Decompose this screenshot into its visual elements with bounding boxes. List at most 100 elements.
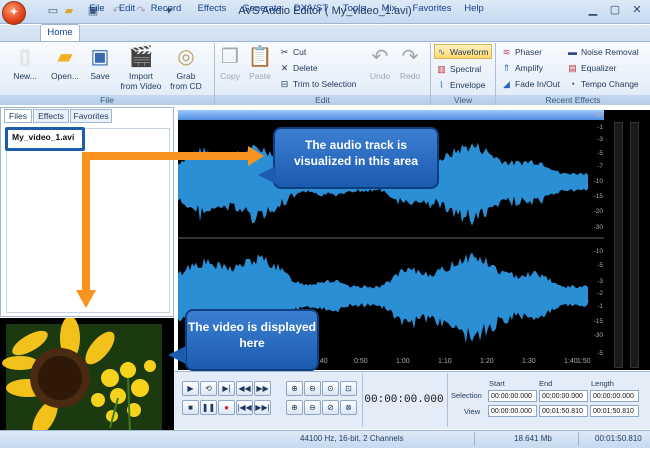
selection-start-field[interactable]: 00:00:00.000 — [488, 390, 537, 402]
selection-end-field[interactable]: 00:00:00.000 — [539, 390, 588, 402]
save-button[interactable]: ▣ Save — [86, 44, 114, 94]
fade-icon: ◢ — [503, 79, 510, 89]
waveform-icon: ∿ — [437, 47, 446, 57]
zoom-to-right-icon[interactable]: ⊗ — [340, 400, 357, 415]
close-icon[interactable]: ✕ — [626, 3, 648, 19]
rewind-button[interactable]: ◀◀ — [236, 381, 253, 396]
zoom-vertical-out-icon[interactable]: ⊖ — [304, 400, 321, 415]
tab-file[interactable]: File — [86, 2, 108, 16]
arrow-to-waveform — [84, 152, 254, 160]
view-start-field[interactable]: 00:00:00.000 — [488, 405, 537, 417]
go-to-end-button[interactable]: ▶▶| — [254, 400, 271, 415]
amplify-effect-button[interactable]: ⇑ Amplify — [500, 61, 543, 76]
db-tick-label: -2 — [597, 290, 603, 297]
db-tick-label: -3 — [597, 136, 603, 143]
zoom-vertical-in-icon[interactable]: ⊕ — [286, 400, 303, 415]
db-tick-label: -5 — [597, 150, 603, 157]
open-quick-icon[interactable]: ▰ — [62, 4, 76, 18]
pause-button[interactable]: ❚❚ — [200, 400, 217, 415]
clapper-icon: 🎬 — [128, 46, 154, 68]
new-button[interactable]: ▯ New... — [8, 44, 42, 94]
waveform-view-button[interactable]: ∿ Waveform — [434, 44, 492, 59]
stop-button[interactable]: ■ — [182, 400, 199, 415]
audio-format-status: 44100 Hz, 16-bit, 2 Channels — [300, 434, 404, 443]
spectral-view-button[interactable]: ▥ Spectral — [435, 62, 481, 77]
delete-icon: ✕ — [280, 63, 289, 73]
zoom-selection-icon[interactable]: ⊡ — [340, 381, 357, 396]
zoom-out-icon[interactable]: ⊖ — [304, 381, 321, 396]
redo-icon: ↷ — [401, 46, 419, 68]
db-tick-label: -5 — [597, 350, 603, 357]
tempo-change-effect-button[interactable]: ◔ Tempo Change — [566, 77, 639, 92]
db-tick-label: -10 — [593, 178, 603, 185]
divider — [474, 432, 475, 446]
tab-record[interactable]: Record — [148, 2, 184, 16]
phaser-effect-button[interactable]: ≋ Phaser — [500, 45, 542, 60]
arrow-to-video — [82, 152, 90, 292]
view-length-field[interactable]: 00:01:50.810 — [590, 405, 639, 417]
db-tick-label: -1 — [597, 303, 603, 310]
audio-callout: The audio track is visualized in this ar… — [273, 127, 439, 189]
play-button[interactable]: ▶ — [182, 381, 199, 396]
video-callout: The video is displayed here — [185, 309, 319, 371]
level-meter-right — [630, 122, 639, 368]
end-header: End — [539, 379, 553, 388]
import-from-video-button[interactable]: 🎬 Import from Video — [120, 44, 162, 94]
selection-length-field[interactable]: 00:00:00.000 — [590, 390, 639, 402]
file-size-status: 18.641 Mb — [514, 434, 552, 443]
tab-tools[interactable]: Tools — [341, 2, 367, 16]
redo-button[interactable]: ↷ Redo — [396, 44, 424, 94]
tab-favorites-panel[interactable]: Favorites — [70, 109, 112, 123]
tab-dx-vst[interactable]: DX/VST — [293, 2, 329, 16]
trim-to-selection-button[interactable]: ⊟ Trim to Selection — [278, 77, 357, 92]
tab-edit[interactable]: Edit — [116, 2, 138, 16]
grab-from-cd-button[interactable]: ◎ Grab from CD — [166, 44, 206, 94]
group-label-edit: Edit — [215, 95, 430, 105]
cut-button[interactable]: ✂ Cut — [278, 45, 307, 60]
zoom-to-left-icon[interactable]: ⊘ — [322, 400, 339, 415]
tab-home[interactable]: Home — [40, 24, 80, 41]
go-to-start-button[interactable]: |◀◀ — [236, 400, 253, 415]
paste-icon: 📋 — [247, 46, 273, 68]
paste-button[interactable]: 📋 Paste — [246, 44, 274, 94]
tab-effects[interactable]: Effects — [193, 2, 231, 16]
fade-effect-button[interactable]: ◢ Fade In/Out — [500, 77, 560, 92]
db-tick-label: -7 — [597, 163, 603, 170]
minimize-icon[interactable]: ▁ — [582, 3, 604, 19]
tab-effects-panel[interactable]: Effects — [33, 109, 69, 123]
fast-forward-button[interactable]: ▶▶ — [254, 381, 271, 396]
selection-label: Selection — [451, 391, 482, 400]
noise-icon: ▬ — [568, 47, 577, 57]
delete-button[interactable]: ✕ Delete — [278, 61, 318, 76]
noise-removal-effect-button[interactable]: ▬ Noise Removal — [566, 45, 639, 60]
db-tick-label: -1 — [597, 124, 603, 131]
open-button[interactable]: ▰ Open... — [48, 44, 82, 94]
copy-button[interactable]: ❐ Copy — [216, 44, 244, 94]
tab-help[interactable]: Help — [462, 2, 486, 16]
db-tick-label: -20 — [593, 208, 603, 215]
waveform-overview-bar[interactable] — [178, 110, 604, 120]
record-button[interactable]: ● — [218, 400, 235, 415]
app-menu-button[interactable]: ✦ — [2, 1, 26, 25]
new-file-icon: ▯ — [19, 46, 31, 68]
view-end-field[interactable]: 00:01:50.810 — [539, 405, 588, 417]
spectral-icon: ▥ — [437, 64, 446, 74]
envelope-view-button[interactable]: ⌇ Envelope — [435, 78, 485, 93]
divider — [578, 432, 579, 446]
divider — [362, 373, 363, 427]
tab-mix[interactable]: Mix — [379, 2, 399, 16]
maximize-icon[interactable]: ▢ — [604, 3, 626, 19]
zoom-in-icon[interactable]: ⊕ — [286, 381, 303, 396]
tab-generate[interactable]: Generate — [241, 2, 283, 16]
position-timer: 00:00:00.000 — [364, 394, 444, 406]
loop-button[interactable]: ⟲ — [200, 381, 217, 396]
trim-icon: ⊟ — [280, 79, 289, 89]
tab-files[interactable]: Files — [4, 109, 32, 123]
db-tick-label: -30 — [593, 332, 603, 339]
tab-favorites[interactable]: Favorites — [409, 2, 455, 16]
play-to-end-button[interactable]: ▶| — [218, 381, 235, 396]
new-quick-icon[interactable]: ▭ — [46, 4, 60, 18]
equalizer-effect-button[interactable]: ▤ Equalizer — [566, 61, 616, 76]
zoom-full-icon[interactable]: ⊙ — [322, 381, 339, 396]
undo-button[interactable]: ↶ Undo — [366, 44, 394, 94]
